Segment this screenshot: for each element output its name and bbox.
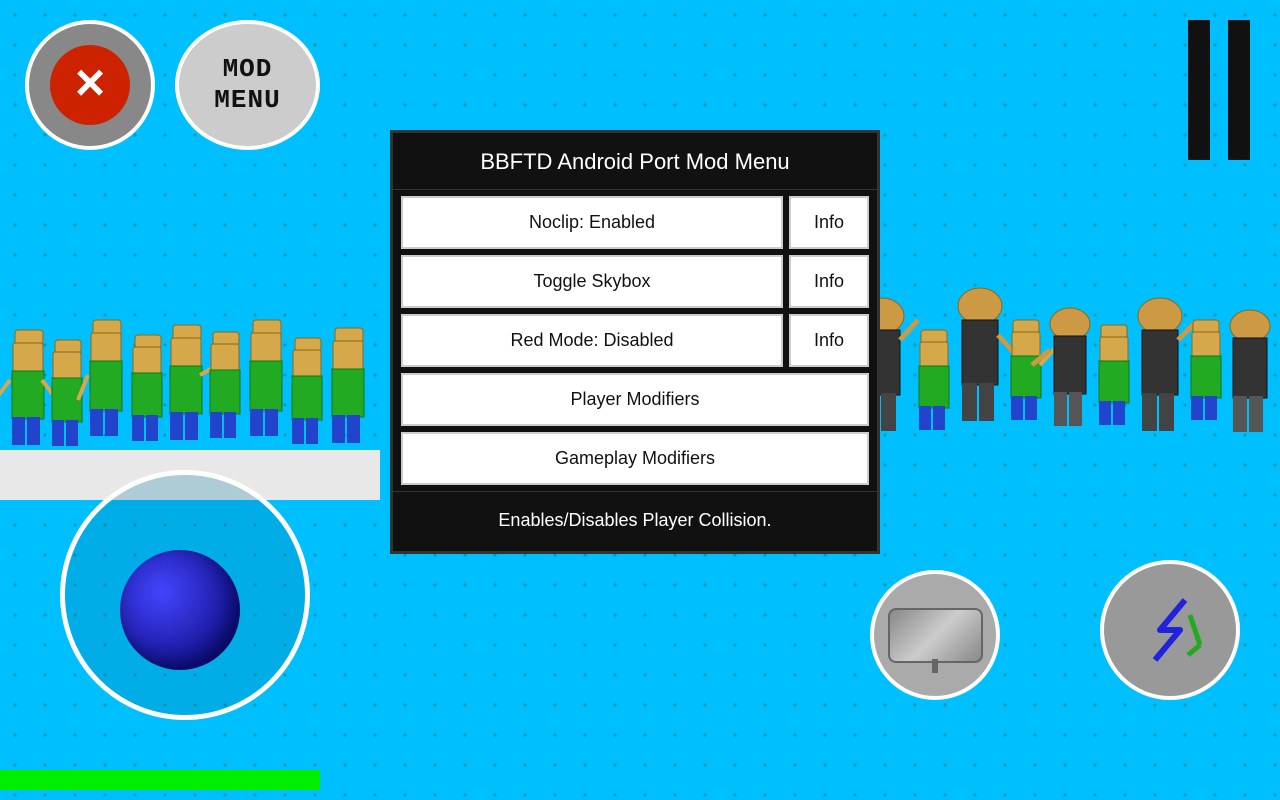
action-icon: [1130, 590, 1210, 670]
noclip-row: Noclip: Enabled Info: [401, 196, 869, 249]
player-modifiers-button[interactable]: Player Modifiers: [401, 373, 869, 426]
noclip-info-button[interactable]: Info: [789, 196, 869, 249]
mod-menu-panel: BBFTD Android Port Mod Menu Noclip: Enab…: [390, 130, 880, 554]
red-mode-button[interactable]: Red Mode: Disabled: [401, 314, 783, 367]
action-button[interactable]: [1100, 560, 1240, 700]
joystick-area[interactable]: [60, 470, 310, 720]
toggle-skybox-row: Toggle Skybox Info: [401, 255, 869, 308]
pause-bar-right: [1228, 20, 1250, 160]
panel-title: BBFTD Android Port Mod Menu: [393, 133, 877, 190]
toggle-skybox-button[interactable]: Toggle Skybox: [401, 255, 783, 308]
right-characters-svg: [860, 240, 1280, 520]
mod-menu-toggle-button[interactable]: MOD MENU: [175, 20, 320, 150]
pause-bar-left: [1188, 20, 1210, 160]
close-icon: ×: [75, 57, 105, 109]
mod-menu-label: MOD MENU: [214, 54, 280, 116]
gameplay-modifiers-button[interactable]: Gameplay Modifiers: [401, 432, 869, 485]
joystick-ball: [120, 550, 240, 670]
mirror-icon: [888, 608, 983, 663]
mirror-button[interactable]: [870, 570, 1000, 700]
characters-right: [860, 240, 1280, 520]
red-mode-info-button[interactable]: Info: [789, 314, 869, 367]
characters-left: [0, 250, 380, 500]
noclip-button[interactable]: Noclip: Enabled: [401, 196, 783, 249]
pause-button[interactable]: [1188, 20, 1250, 160]
close-button[interactable]: ×: [25, 20, 155, 150]
red-mode-row: Red Mode: Disabled Info: [401, 314, 869, 367]
left-characters-svg: [0, 250, 380, 500]
toggle-skybox-info-button[interactable]: Info: [789, 255, 869, 308]
panel-description: Enables/Disables Player Collision.: [393, 491, 877, 551]
progress-bar: [0, 770, 320, 790]
